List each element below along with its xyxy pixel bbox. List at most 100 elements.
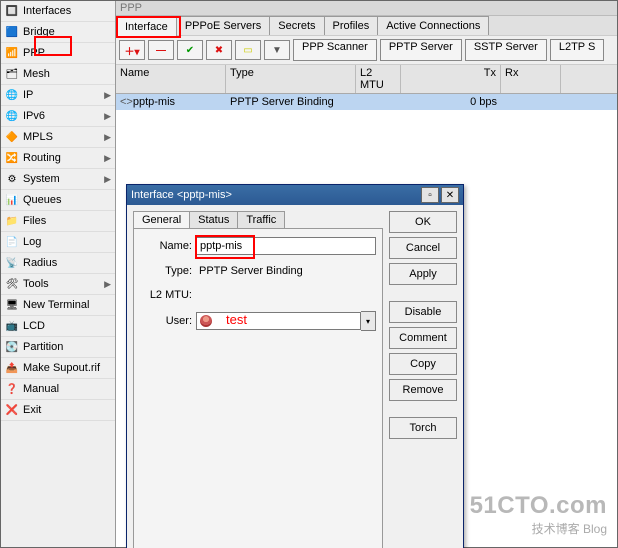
tab-secrets[interactable]: Secrets: [269, 16, 324, 35]
close-button[interactable]: ✕: [441, 187, 459, 203]
enable-button[interactable]: ✔: [177, 40, 203, 60]
sstp-server-button[interactable]: SSTP Server: [465, 39, 547, 61]
sidebar-label: Files: [23, 215, 46, 227]
col-tx[interactable]: Tx: [401, 65, 501, 93]
sidebar-item-ip[interactable]: 🌐IP▶: [1, 85, 115, 106]
chevron-right-icon: ▶: [104, 111, 111, 122]
sidebar-label: Exit: [23, 404, 41, 416]
sidebar-item-mesh[interactable]: 🗂Mesh: [1, 64, 115, 85]
field-user-row: User: ▾ test: [140, 311, 376, 331]
sidebar-item-queues[interactable]: 📊Queues: [1, 190, 115, 211]
sidebar-label: IPv6: [23, 110, 45, 122]
manual-icon: ❓: [5, 382, 19, 396]
terminal-icon: 🖥: [5, 298, 19, 312]
dialog-tab-traffic[interactable]: Traffic: [237, 211, 285, 228]
sidebar-item-ppp[interactable]: 📶 PPP: [1, 43, 115, 64]
disable-dialog-button[interactable]: Disable: [389, 301, 457, 323]
sidebar: 🔲Interfaces 🟦Bridge 📶 PPP 🗂Mesh 🌐 IP ▶ 🌐 IPv…: [1, 1, 116, 547]
sidebar-item-radius[interactable]: 📡 Radius: [1, 253, 115, 274]
sidebar-label: Radius: [23, 257, 57, 269]
apply-button[interactable]: Apply: [389, 263, 457, 285]
ipv6-icon: 🌐: [5, 109, 19, 123]
sidebar-label: IP: [23, 89, 33, 101]
type-label: Type:: [140, 265, 196, 277]
sidebar-item-system[interactable]: ⚙System▶: [1, 169, 115, 190]
name-input[interactable]: pptp-mis: [196, 237, 376, 255]
ok-button[interactable]: OK: [389, 211, 457, 233]
add-button[interactable]: ＋▾: [119, 40, 145, 60]
pptp-server-button[interactable]: PPTP Server: [380, 39, 462, 61]
partition-icon: 💽: [5, 340, 19, 354]
ppp-scanner-button[interactable]: PPP Scanner: [293, 39, 377, 61]
torch-button[interactable]: Torch: [389, 417, 457, 439]
col-rx[interactable]: Rx: [501, 65, 561, 93]
tab-active-connections[interactable]: Active Connections: [377, 16, 489, 35]
sidebar-item-routing[interactable]: 🔀Routing▶: [1, 148, 115, 169]
cancel-button[interactable]: Cancel: [389, 237, 457, 259]
comment-button[interactable]: ▭: [235, 40, 261, 60]
sidebar-item-files[interactable]: 📁Files: [1, 211, 115, 232]
sidebar-label: Partition: [23, 341, 63, 353]
user-input[interactable]: [196, 312, 361, 330]
dialog-titlebar[interactable]: Interface <pptp-mis> ▫ ✕: [127, 185, 463, 205]
supout-icon: 📤: [5, 361, 19, 375]
chevron-right-icon: ▶: [104, 153, 111, 164]
tab-profiles[interactable]: Profiles: [324, 16, 379, 35]
sidebar-item-tools[interactable]: 🛠Tools▶: [1, 274, 115, 295]
table-row[interactable]: <>pptp-mis PPTP Server Binding 0 bps: [116, 94, 617, 110]
col-type[interactable]: Type: [226, 65, 356, 93]
chevron-right-icon: ▶: [104, 279, 111, 290]
tab-bar: Interface PPPoE Servers Secrets Profiles…: [116, 16, 617, 35]
cell-tx: 0 bps: [401, 96, 501, 108]
sidebar-item-mpls[interactable]: 🔶MPLS▶: [1, 127, 115, 148]
remove-dialog-button[interactable]: Remove: [389, 379, 457, 401]
sidebar-item-new-terminal[interactable]: 🖥 New Terminal: [1, 295, 115, 316]
radius-icon: 📡: [5, 256, 19, 270]
col-l2mtu[interactable]: L2 MTU: [356, 65, 401, 93]
sidebar-label: PPP: [23, 47, 45, 59]
minimize-button[interactable]: ▫: [421, 187, 439, 203]
tab-interface[interactable]: Interface: [116, 17, 177, 36]
sidebar-item-lcd[interactable]: 📺LCD: [1, 316, 115, 337]
sidebar-item-log[interactable]: 📄Log: [1, 232, 115, 253]
filter-button[interactable]: ▼: [264, 40, 290, 60]
copy-button[interactable]: Copy: [389, 353, 457, 375]
user-label: User:: [140, 315, 196, 327]
sidebar-item-make-supout[interactable]: 📤Make Supout.rif: [1, 358, 115, 379]
lcd-icon: 📺: [5, 319, 19, 333]
window-title: PPP: [116, 1, 617, 16]
sidebar-item-partition[interactable]: 💽 Partition: [1, 337, 115, 358]
main-panel: PPP Interface PPPoE Servers Secrets Prof…: [116, 1, 617, 547]
sidebar-item-ipv6[interactable]: 🌐 IPv6 ▶: [1, 106, 115, 127]
watermark: 51CTO.com 技术博客 Blog: [470, 492, 607, 537]
chevron-right-icon: ▶: [104, 90, 111, 101]
user-dropdown-caret[interactable]: ▾: [361, 311, 376, 331]
comment-dialog-button[interactable]: Comment: [389, 327, 457, 349]
sidebar-item-manual[interactable]: ❓Manual: [1, 379, 115, 400]
sidebar-label: New Terminal: [23, 299, 89, 311]
dialog-fieldset: Name: pptp-mis Type: PPTP Server Binding…: [133, 228, 383, 548]
exit-icon: ❌: [5, 403, 19, 417]
col-name[interactable]: Name: [116, 65, 226, 93]
bridge-icon: 🟦: [5, 25, 19, 39]
tab-pppoe-servers[interactable]: PPPoE Servers: [176, 16, 270, 35]
dialog-tabs: General Status Traffic: [133, 211, 383, 228]
chevron-right-icon: ▶: [104, 132, 111, 143]
dialog-tab-status[interactable]: Status: [189, 211, 238, 228]
grid-body: <>pptp-mis PPTP Server Binding 0 bps Int…: [116, 94, 617, 547]
type-value: PPTP Server Binding: [196, 263, 376, 279]
grid-header: Name Type L2 MTU Tx Rx: [116, 65, 617, 94]
queues-icon: 📊: [5, 193, 19, 207]
field-type-row: Type: PPTP Server Binding: [140, 263, 376, 279]
sidebar-item-exit[interactable]: ❌ Exit: [1, 400, 115, 421]
dialog-title: Interface <pptp-mis>: [131, 189, 232, 201]
ppp-icon: 📶: [5, 46, 19, 60]
remove-button[interactable]: —: [148, 40, 174, 60]
sidebar-item-interfaces[interactable]: 🔲Interfaces: [1, 1, 115, 22]
toolbar: ＋▾ — ✔ ✖ ▭ ▼ PPP Scanner PPTP Server SST…: [116, 35, 617, 65]
disable-button[interactable]: ✖: [206, 40, 232, 60]
l2tp-server-button[interactable]: L2TP S: [550, 39, 605, 61]
sidebar-item-bridge[interactable]: 🟦Bridge: [1, 22, 115, 43]
sidebar-label: Routing: [23, 152, 61, 164]
dialog-tab-general[interactable]: General: [133, 211, 190, 228]
